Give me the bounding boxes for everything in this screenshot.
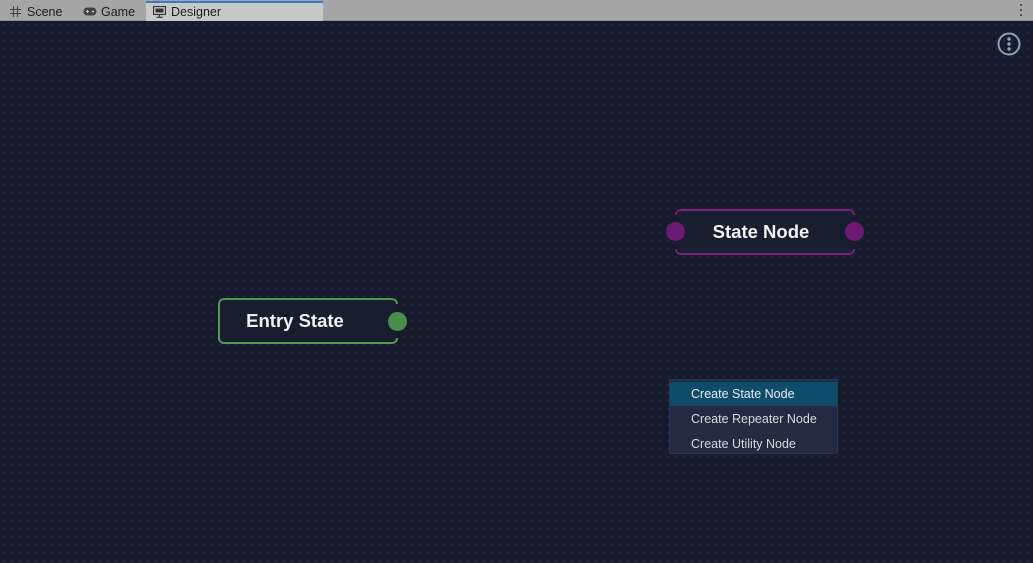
tab-options-menu-icon[interactable] xyxy=(1017,3,1025,17)
entry-output-port[interactable] xyxy=(388,312,407,331)
tab-label: Game xyxy=(101,4,136,19)
node-title: State Node xyxy=(712,221,810,242)
tab-designer[interactable]: Designer xyxy=(146,1,323,21)
tab-game[interactable]: Game xyxy=(76,2,144,21)
menu-item-create-state-node[interactable]: Create State Node xyxy=(670,382,837,406)
entry-state-node[interactable]: Entry State xyxy=(218,298,399,344)
state-input-port[interactable] xyxy=(666,222,685,241)
tab-scene[interactable]: Scene xyxy=(2,2,74,21)
vertical-ellipsis-circle-icon[interactable] xyxy=(997,32,1021,56)
node-title: Entry State xyxy=(246,310,344,331)
state-node[interactable]: State Node xyxy=(674,209,856,255)
tab-bar: Scene Game Designer xyxy=(0,0,1033,21)
state-output-port[interactable] xyxy=(845,222,864,241)
grid-icon xyxy=(8,5,23,19)
menu-item-create-utility-node[interactable]: Create Utility Node xyxy=(670,432,837,456)
menu-item-create-repeater-node[interactable]: Create Repeater Node xyxy=(670,407,837,431)
gamepad-icon xyxy=(82,5,97,19)
context-menu: Create State Node Create Repeater Node C… xyxy=(669,379,838,454)
monitor-icon xyxy=(152,5,167,19)
tab-label: Designer xyxy=(171,5,222,19)
designer-canvas[interactable] xyxy=(0,21,1033,563)
tab-label: Scene xyxy=(27,4,63,19)
